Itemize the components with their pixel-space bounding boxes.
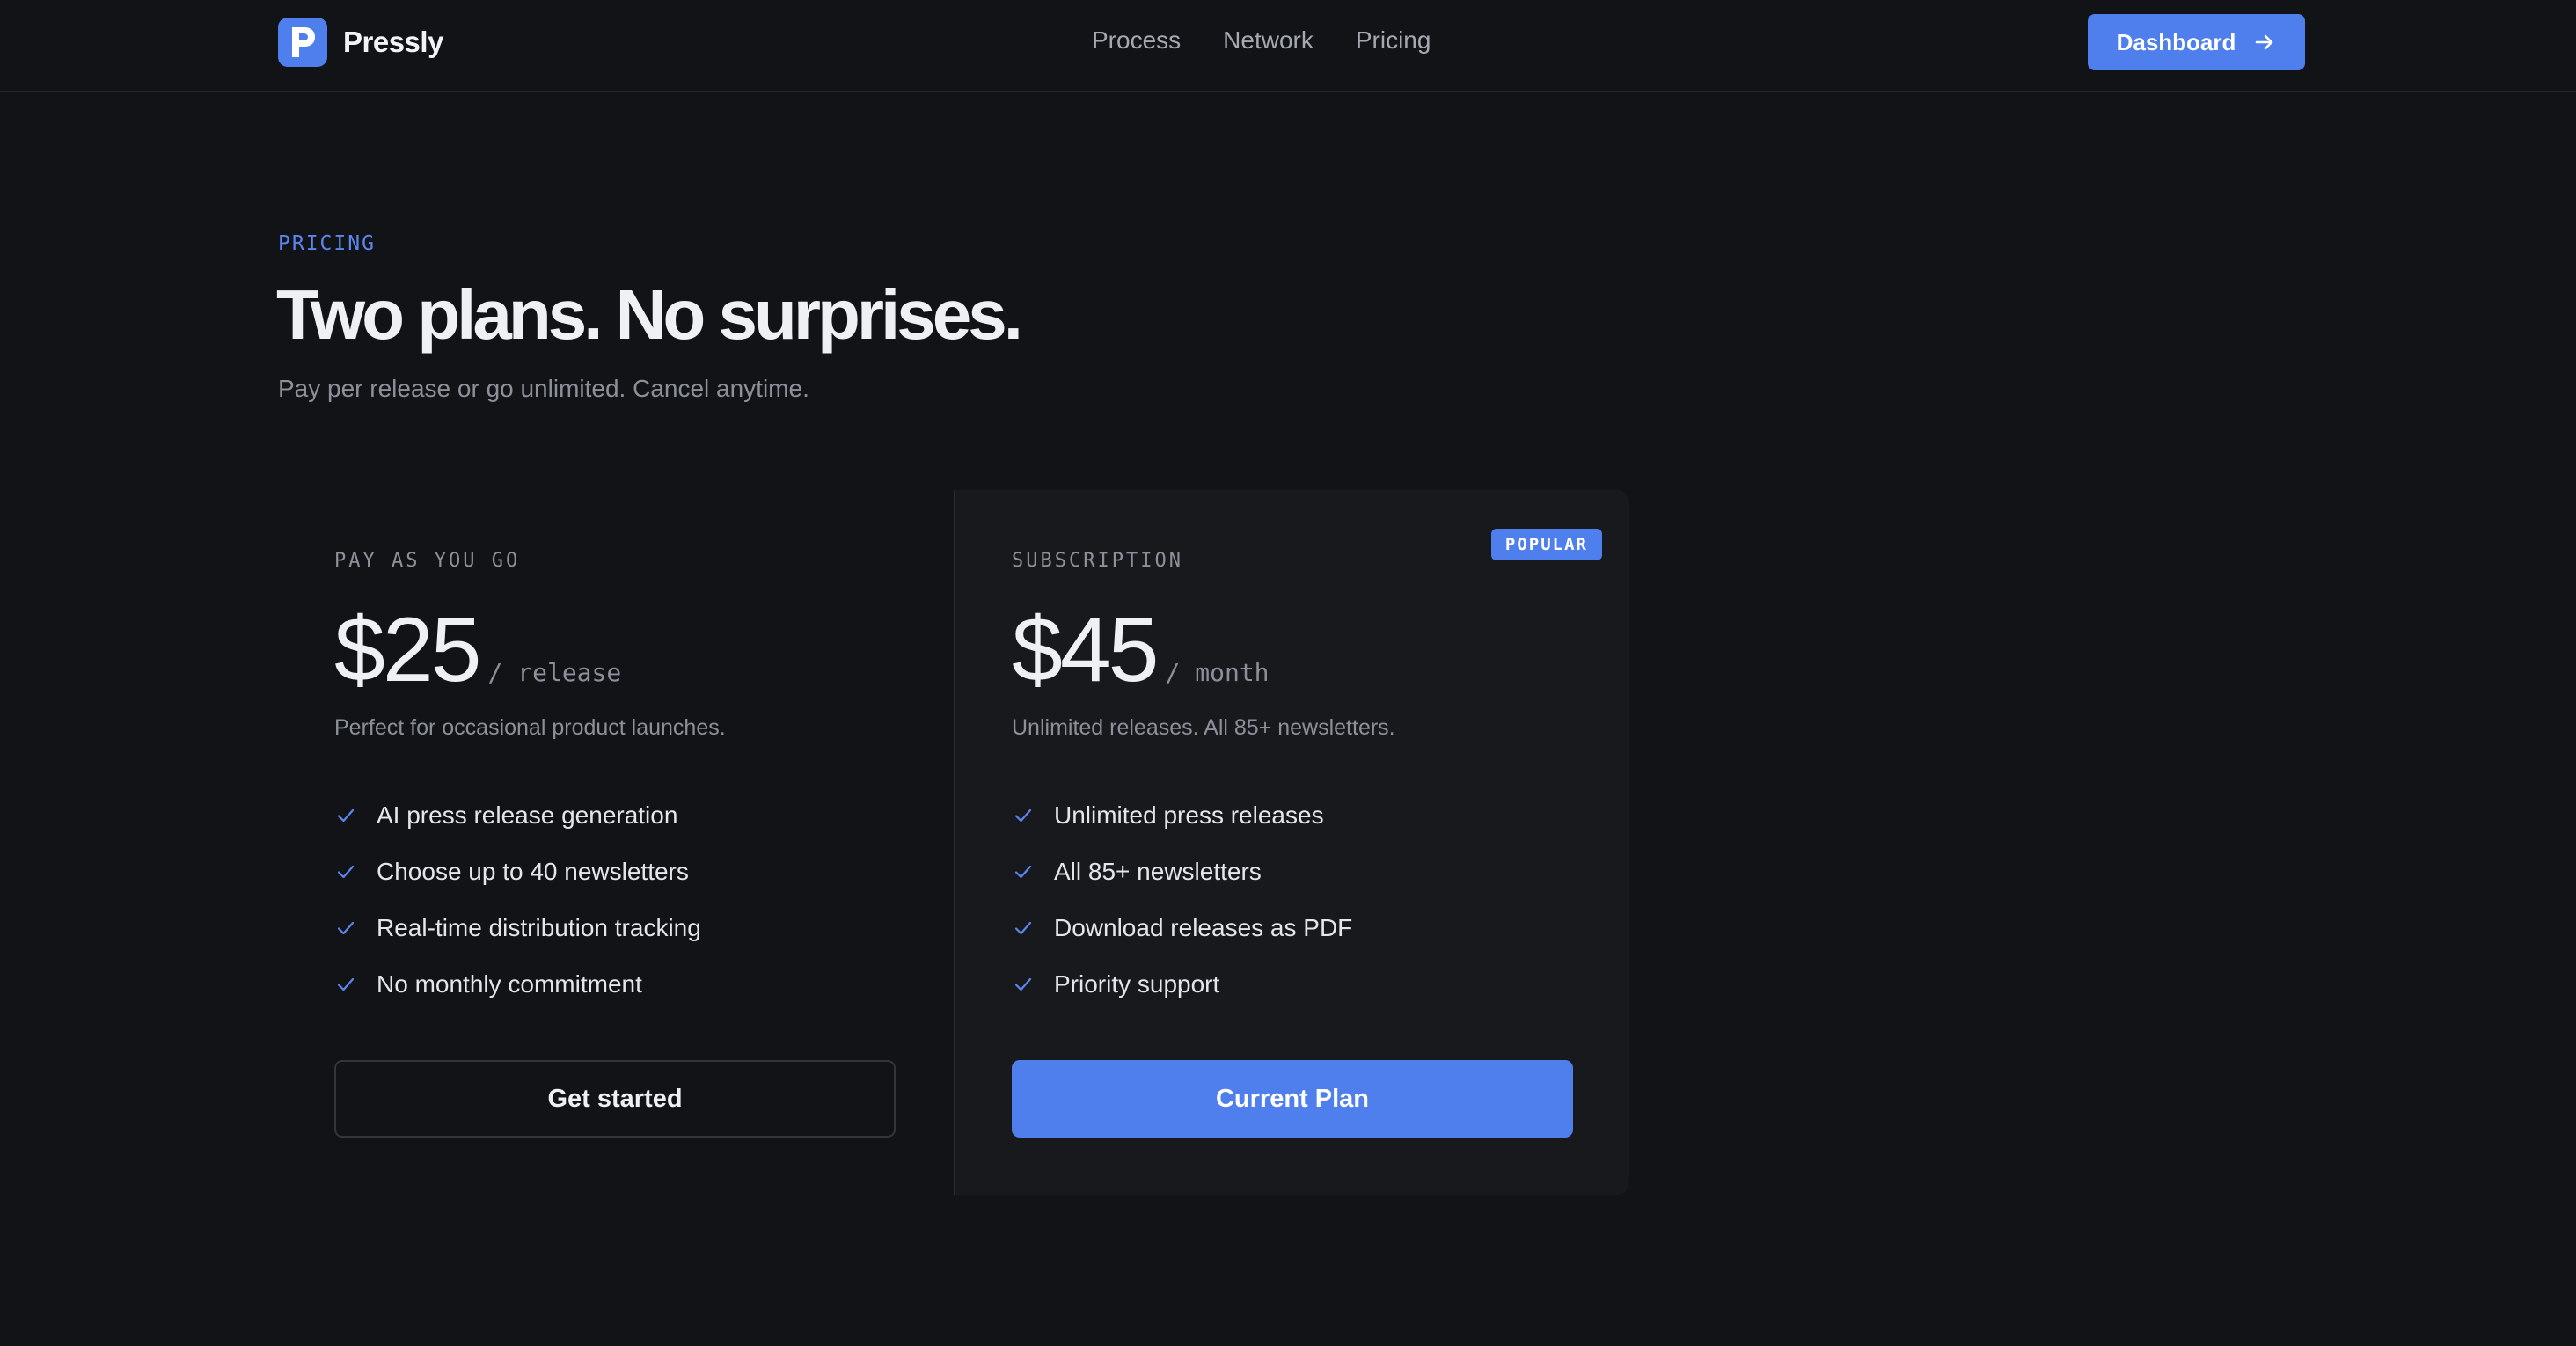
feature-item: Download releases as PDF	[1012, 900, 1352, 956]
page-title: Two plans. No surprises.	[276, 275, 1023, 354]
brand[interactable]: Pressly	[278, 17, 443, 68]
check-icon	[1012, 973, 1035, 996]
check-icon	[334, 804, 357, 827]
plan-name: PAY AS YOU GO	[334, 550, 521, 572]
feature-label: Priority support	[1054, 970, 1220, 998]
check-icon	[1012, 804, 1035, 827]
price-row: $45 / month	[1012, 604, 1270, 696]
check-icon	[1012, 917, 1035, 940]
plan-description: Unlimited releases. All 85+ newsletters.	[1012, 715, 1395, 740]
nav-link-network[interactable]: Network	[1223, 26, 1314, 55]
feature-label: Unlimited press releases	[1054, 801, 1324, 829]
check-icon	[334, 917, 357, 940]
plan-price: $45	[1012, 599, 1160, 701]
plan-name: SUBSCRIPTION	[1012, 550, 1183, 572]
current-plan-button[interactable]: Current Plan	[1012, 1060, 1573, 1138]
check-icon	[1012, 860, 1035, 883]
feature-item: Choose up to 40 newsletters	[334, 844, 701, 900]
section-eyebrow: PRICING	[278, 232, 376, 255]
feature-item: All 85+ newsletters	[1012, 844, 1352, 900]
feature-label: No monthly commitment	[377, 970, 642, 998]
plan-period: / month	[1165, 658, 1270, 687]
brand-logo-icon	[278, 18, 327, 67]
feature-label: Choose up to 40 newsletters	[377, 858, 689, 885]
check-icon	[334, 973, 357, 996]
feature-label: All 85+ newsletters	[1054, 858, 1262, 885]
main-nav: Process Network Pricing	[1092, 26, 1431, 55]
feature-list: AI press release generation Choose up to…	[334, 787, 701, 1013]
popular-badge: POPULAR	[1490, 529, 1602, 560]
feature-list: Unlimited press releases All 85+ newslet…	[1012, 787, 1352, 1013]
dashboard-button[interactable]: Dashboard	[2088, 14, 2305, 70]
price-row: $25 / release	[334, 604, 621, 696]
plan-card-pay-as-you-go: PAY AS YOU GO $25 / release Perfect for …	[278, 490, 954, 1195]
check-icon	[334, 860, 357, 883]
nav-link-pricing[interactable]: Pricing	[1356, 26, 1431, 55]
page-subtitle: Pay per release or go unlimited. Cancel …	[278, 375, 809, 402]
nav-link-process[interactable]: Process	[1092, 26, 1181, 55]
get-started-button[interactable]: Get started	[334, 1060, 896, 1138]
feature-item: Priority support	[1012, 956, 1352, 1013]
feature-item: Real-time distribution tracking	[334, 900, 701, 956]
top-navbar: Pressly Process Network Pricing Dashboar…	[0, 0, 2576, 92]
plan-description: Perfect for occasional product launches.	[334, 715, 726, 740]
plan-card-subscription: POPULAR SUBSCRIPTION $45 / month Unlimit…	[954, 490, 1629, 1195]
feature-label: AI press release generation	[377, 801, 678, 829]
feature-item: No monthly commitment	[334, 956, 701, 1013]
feature-item: Unlimited press releases	[1012, 787, 1352, 844]
feature-label: Download releases as PDF	[1054, 914, 1353, 941]
feature-item: AI press release generation	[334, 787, 701, 844]
arrow-right-icon	[2256, 34, 2273, 50]
brand-name: Pressly	[343, 26, 443, 58]
plan-price: $25	[334, 599, 482, 701]
plan-period: / release	[487, 658, 622, 687]
feature-label: Real-time distribution tracking	[377, 914, 701, 941]
dashboard-button-label: Dashboard	[2116, 28, 2236, 55]
